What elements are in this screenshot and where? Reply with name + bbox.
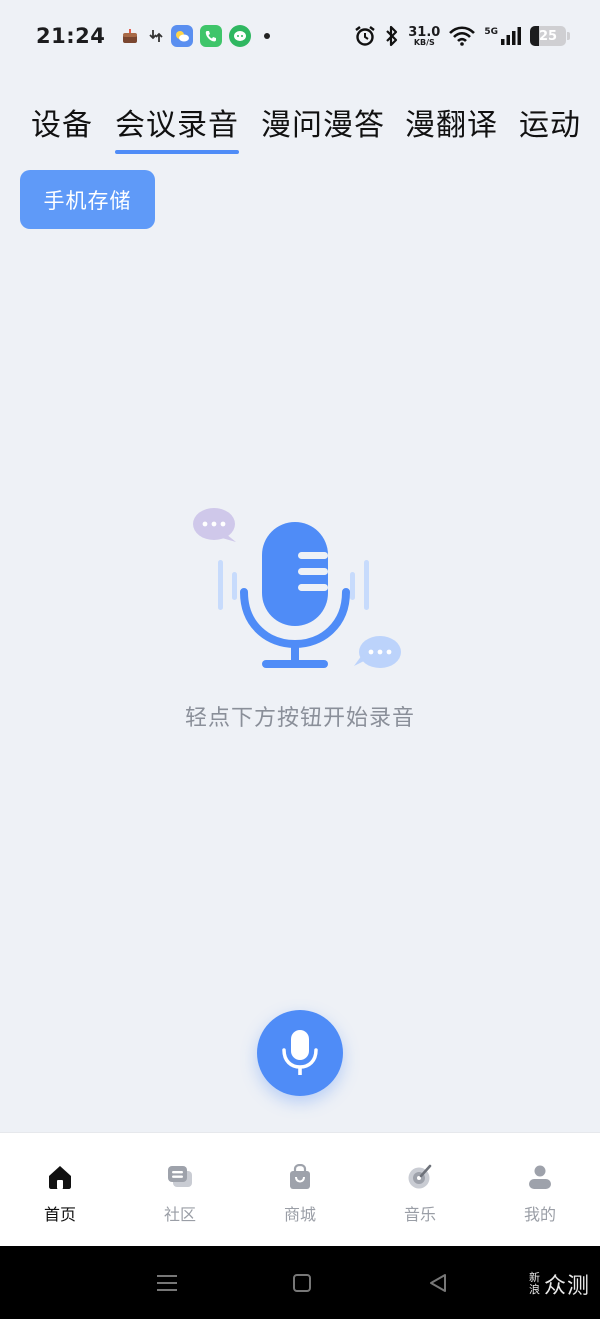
tab-meeting-recording[interactable]: 会议录音 [115, 100, 239, 154]
wifi-icon [448, 26, 476, 46]
microphone-icon [282, 1030, 318, 1075]
status-time: 21:24 [36, 24, 106, 48]
network-type-label: 5G [484, 27, 498, 37]
tab-sports[interactable]: 运动 [519, 100, 581, 144]
cake-app-icon [119, 25, 141, 47]
status-bar: 21:24 31.0 KB/S 5G 25 [0, 0, 600, 72]
home-button-icon[interactable] [290, 1246, 314, 1319]
wechat-app-icon [229, 25, 252, 47]
empty-state-hint: 轻点下方按钮开始录音 [184, 706, 415, 731]
start-recording-button[interactable] [257, 1010, 343, 1096]
system-navigation-bar: 新 浪 众测 [0, 1246, 600, 1319]
battery-indicator: 25 [530, 26, 570, 46]
phone-app-icon [200, 25, 223, 47]
home-icon [46, 1163, 74, 1191]
weather-app-icon [171, 25, 194, 47]
nav-item-music[interactable]: 音乐 [360, 1133, 480, 1246]
nav-item-community[interactable]: 社区 [120, 1133, 240, 1246]
watermark-small: 新 浪 [528, 1270, 540, 1296]
music-icon [406, 1163, 434, 1191]
profile-icon [526, 1163, 554, 1191]
cellular-signal-icon [500, 26, 522, 46]
community-icon [166, 1163, 194, 1191]
phone-storage-button[interactable]: 手机存储 [20, 170, 155, 229]
system-status-icons: 31.0 KB/S 5G 25 [354, 24, 570, 47]
nav-item-profile[interactable]: 我的 [480, 1133, 600, 1246]
microphone-illustration [190, 500, 410, 680]
nav-item-shop[interactable]: 商城 [240, 1133, 360, 1246]
more-notifications-dot [264, 33, 271, 39]
menu-icon[interactable] [154, 1246, 180, 1319]
chat-bubble-icon [193, 508, 236, 542]
nav-item-home[interactable]: 首页 [0, 1133, 120, 1246]
watermark: 新 浪 众测 [529, 1268, 590, 1300]
shopping-bag-icon [286, 1163, 314, 1191]
bluetooth-icon [384, 25, 400, 47]
top-tabs: 设备 会议录音 漫问漫答 漫翻译 运动 [0, 100, 600, 160]
back-icon[interactable] [426, 1246, 450, 1319]
bottom-navigation: 首页 社区 商城 音乐 我的 [0, 1132, 600, 1246]
tab-device[interactable]: 设备 [31, 100, 93, 144]
tab-qa[interactable]: 漫问漫答 [261, 100, 385, 144]
tab-translate[interactable]: 漫翻译 [405, 100, 498, 144]
watermark-main: 众测 [543, 1274, 590, 1299]
chat-bubble-icon [354, 636, 401, 668]
alarm-icon [354, 25, 376, 47]
notification-icons [119, 25, 271, 47]
network-speed: 31.0 KB/S [408, 24, 441, 47]
sync-icon [148, 25, 164, 47]
microphone-icon [240, 522, 350, 668]
